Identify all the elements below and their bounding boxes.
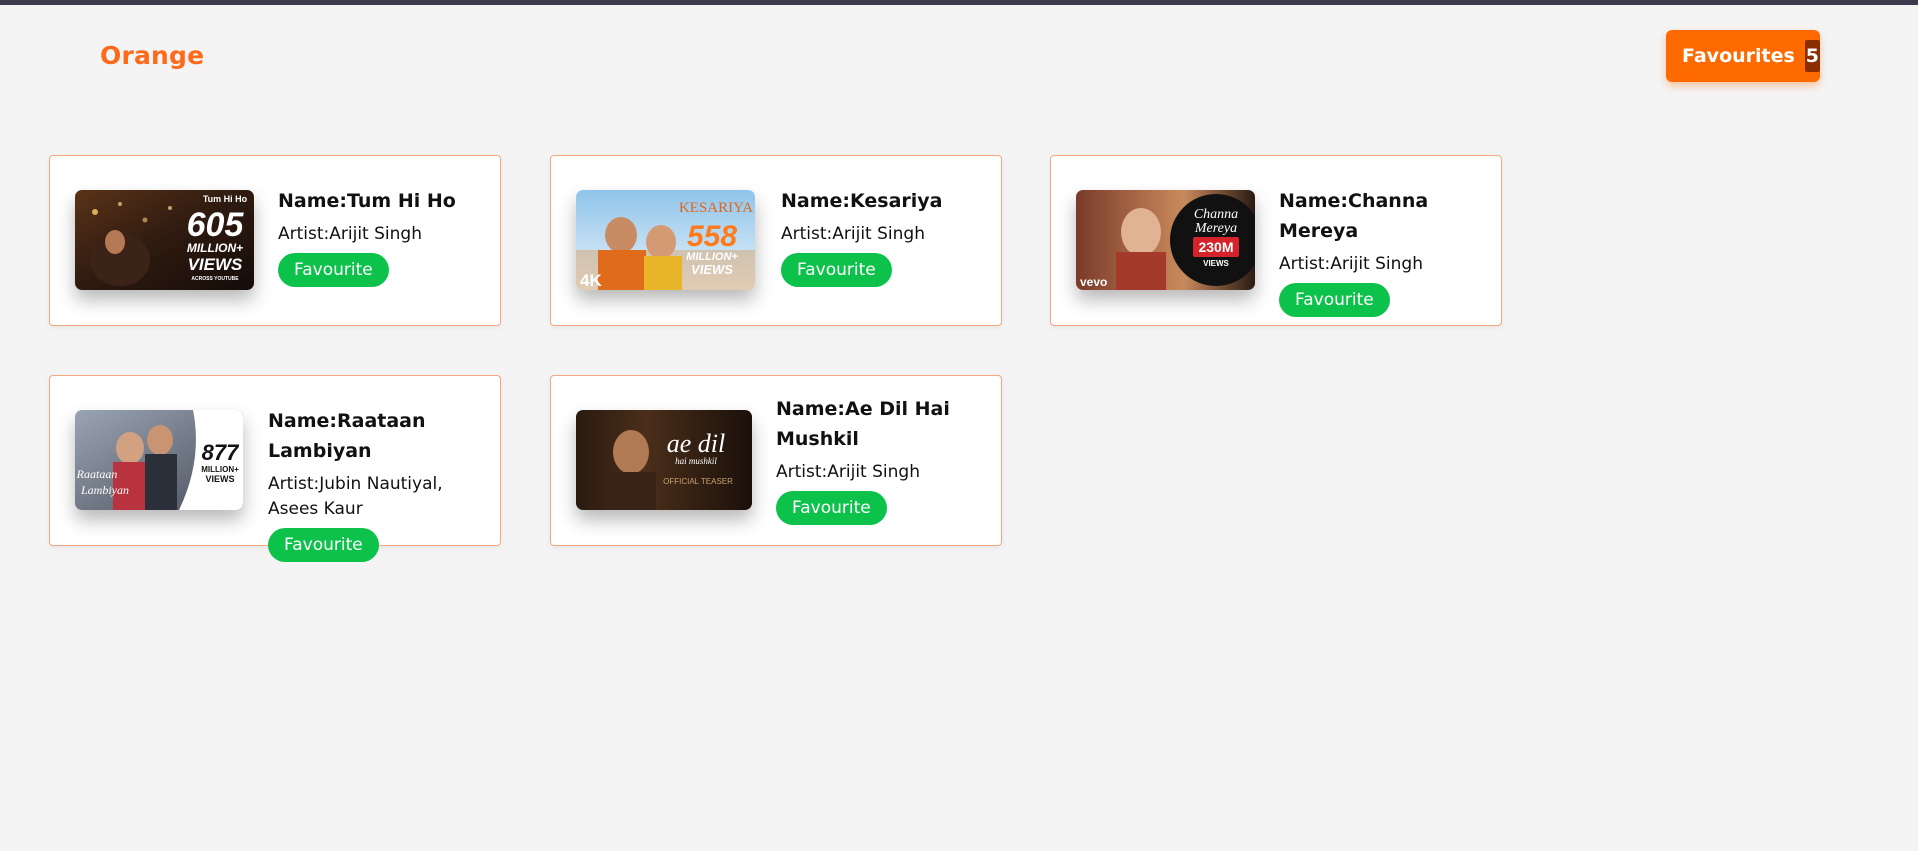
svg-text:558: 558 — [687, 220, 737, 253]
thumbnail-image: Channa Mereya 230M VIEWS vevo — [1076, 190, 1255, 290]
song-info: Name:Kesariya Artist:Arijit Singh Favour… — [781, 186, 943, 287]
song-artist: Artist:Arijit Singh — [781, 224, 925, 244]
favourite-button[interactable]: Favourite — [268, 528, 379, 562]
song-info: Name:Tum Hi Ho Artist:Arijit Singh Favou… — [278, 186, 456, 287]
song-card: KESARIYA 558 MILLION+ VIEWS 4K Name:Kesa… — [550, 155, 1002, 326]
svg-text:VIEWS: VIEWS — [691, 262, 733, 277]
song-card: Tum Hi Ho 605 MILLION+ VIEWS ACROSS YOUT… — [49, 155, 501, 326]
song-card: ae dil hai mushkil OFFICIAL TEASER Name:… — [550, 375, 1002, 546]
svg-text:Mereya: Mereya — [1194, 221, 1237, 236]
song-artist: Artist:Arijit Singh — [1279, 254, 1423, 274]
song-info: Name:Ae Dil Hai Mushkil Artist:Arijit Si… — [776, 394, 966, 525]
svg-text:MILLION+: MILLION+ — [201, 465, 239, 474]
svg-text:877: 877 — [202, 440, 240, 465]
svg-text:605: 605 — [187, 206, 245, 244]
favourite-button[interactable]: Favourite — [776, 491, 887, 525]
song-name: Name:Raataan Lambiyan — [268, 410, 426, 462]
svg-text:230M: 230M — [1198, 239, 1233, 255]
svg-text:OFFICIAL TEASER: OFFICIAL TEASER — [663, 477, 733, 486]
svg-text:Tum Hi Ho: Tum Hi Ho — [203, 194, 248, 204]
top-border-bar — [0, 0, 1918, 5]
svg-text:VIEWS: VIEWS — [1203, 259, 1229, 268]
svg-text:VIEWS: VIEWS — [188, 255, 243, 274]
thumbnail-image: Tum Hi Ho 605 MILLION+ VIEWS ACROSS YOUT… — [75, 190, 254, 290]
svg-text:Lambiyan: Lambiyan — [80, 483, 129, 497]
svg-text:Channa: Channa — [1194, 207, 1238, 222]
favourite-button[interactable]: Favourite — [781, 253, 892, 287]
svg-text:Raataan: Raataan — [76, 467, 118, 481]
favourite-button[interactable]: Favourite — [278, 253, 389, 287]
song-thumbnail: Channa Mereya 230M VIEWS vevo — [1076, 190, 1255, 290]
svg-text:ae dil: ae dil — [667, 429, 726, 458]
svg-text:ACROSS YOUTUBE: ACROSS YOUTUBE — [191, 276, 239, 282]
song-thumbnail: ae dil hai mushkil OFFICIAL TEASER — [576, 410, 752, 510]
svg-text:VIEWS: VIEWS — [205, 474, 234, 484]
svg-text:4K: 4K — [580, 271, 602, 290]
svg-text:KESARIYA: KESARIYA — [679, 200, 753, 216]
song-artist: Artist:Arijit Singh — [776, 462, 920, 482]
song-name: Name:Kesariya — [781, 190, 943, 212]
song-thumbnail: KESARIYA 558 MILLION+ VIEWS 4K — [576, 190, 755, 290]
song-card: Channa Mereya 230M VIEWS vevo Name:Chann… — [1050, 155, 1502, 326]
song-name: Name:Channa Mereya — [1279, 190, 1429, 242]
song-name: Name:Ae Dil Hai Mushkil — [776, 398, 950, 450]
favourites-button-label: Favourites — [1682, 45, 1795, 67]
svg-text:vevo: vevo — [1080, 275, 1107, 289]
thumbnail-image: KESARIYA 558 MILLION+ VIEWS 4K — [576, 190, 755, 290]
song-artist: Artist:Arijit Singh — [278, 224, 422, 244]
brand-logo-text[interactable]: Orange — [100, 41, 204, 70]
favourite-button[interactable]: Favourite — [1279, 283, 1390, 317]
song-thumbnail: Tum Hi Ho 605 MILLION+ VIEWS ACROSS YOUT… — [75, 190, 254, 290]
song-card: 877 MILLION+ VIEWS Raataan Lambiyan Name… — [49, 375, 501, 562]
song-thumbnail: 877 MILLION+ VIEWS Raataan Lambiyan — [75, 410, 243, 510]
thumbnail-image: ae dil hai mushkil OFFICIAL TEASER — [576, 410, 752, 510]
svg-text:hai mushkil: hai mushkil — [675, 456, 717, 466]
song-artist: Artist:Jubin Nautiyal, Asees Kaur — [268, 474, 443, 519]
svg-text:MILLION+: MILLION+ — [187, 241, 243, 255]
thumbnail-image: 877 MILLION+ VIEWS Raataan Lambiyan — [75, 410, 243, 510]
favourites-count-badge: 5 — [1804, 40, 1820, 72]
song-name: Name:Tum Hi Ho — [278, 190, 456, 212]
song-info: Name:Channa Mereya Artist:Arijit Singh F… — [1279, 186, 1501, 317]
favourites-button[interactable]: Favourites 5 — [1666, 30, 1820, 82]
song-info: Name:Raataan Lambiyan Artist:Jubin Nauti… — [268, 406, 500, 562]
